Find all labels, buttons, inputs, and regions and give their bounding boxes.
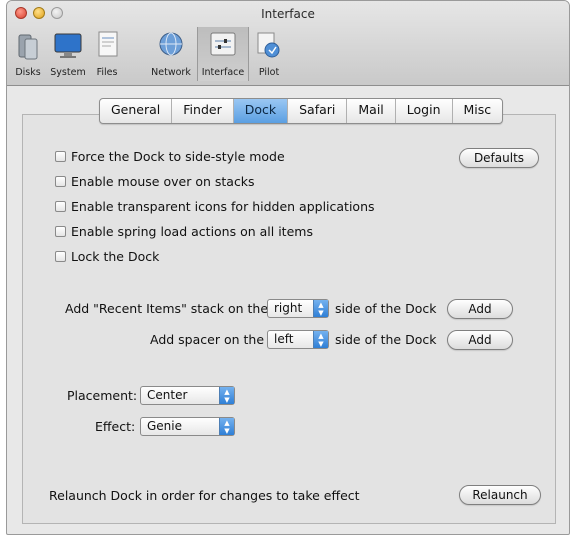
disks-icon — [18, 34, 38, 60]
spacer-prefix: Add spacer on the — [150, 332, 265, 347]
preferences-window: Interface Disks System Files Network Int… — [6, 0, 570, 535]
tab-misc[interactable]: Misc — [453, 99, 503, 123]
placement-value: Center — [147, 388, 188, 402]
toolbar-label-files: Files — [96, 67, 118, 78]
option-force-side-style: Force the Dock to side-style mode — [55, 147, 285, 165]
spring-load-label: Enable spring load actions on all items — [71, 223, 313, 239]
title-bar: Interface Disks System Files Network Int… — [7, 1, 569, 86]
add-recent-items-button[interactable]: Add — [447, 299, 513, 319]
option-lock-dock: Lock the Dock — [55, 247, 159, 265]
transparent-icons-label: Enable transparent icons for hidden appl… — [71, 198, 375, 214]
option-spring-load: Enable spring load actions on all items — [55, 222, 313, 240]
window-title: Interface — [261, 7, 315, 21]
system-icon — [54, 33, 82, 58]
toolbar-label-interface: Interface — [201, 67, 245, 78]
mouse-over-stacks-label: Enable mouse over on stacks — [71, 173, 255, 189]
spacer-side-value: left — [274, 332, 294, 346]
placement-select[interactable]: Center ▲ ▼ — [140, 386, 235, 405]
files-icon — [98, 31, 118, 57]
toolbar-item-network[interactable]: Network — [147, 27, 195, 81]
add-spacer-button[interactable]: Add — [447, 330, 513, 350]
toolbar-item-pilot[interactable]: Pilot — [251, 27, 287, 81]
interface-icon — [210, 32, 236, 56]
relaunch-button[interactable]: Relaunch — [459, 485, 541, 505]
recent-items-side-value: right — [274, 301, 303, 315]
toolbar-label-pilot: Pilot — [258, 67, 280, 78]
defaults-button[interactable]: Defaults — [459, 148, 539, 168]
option-mouse-over-stacks: Enable mouse over on stacks — [55, 172, 255, 190]
tab-mail[interactable]: Mail — [347, 99, 396, 123]
toolbar-item-interface[interactable]: Interface — [197, 27, 249, 81]
toolbar-label-network: Network — [151, 67, 191, 78]
lock-dock-checkbox[interactable] — [55, 250, 66, 262]
lock-dock-label: Lock the Dock — [71, 248, 160, 264]
network-icon — [159, 32, 183, 56]
recent-items-prefix: Add "Recent Items" stack on the — [65, 301, 269, 316]
tab-login[interactable]: Login — [396, 99, 453, 123]
placement-label: Placement: — [67, 388, 138, 403]
relaunch-message: Relaunch Dock in order for changes to ta… — [49, 488, 360, 503]
recent-items-suffix: side of the Dock — [335, 301, 437, 316]
transparent-icons-checkbox[interactable] — [55, 200, 66, 212]
updown-arrows-icon: ▲ ▼ — [313, 300, 328, 317]
effect-value: Genie — [147, 419, 183, 433]
tab-general[interactable]: General — [100, 99, 173, 123]
updown-arrows-icon: ▲ ▼ — [219, 387, 234, 404]
toolbar-item-files[interactable]: Files — [91, 27, 123, 81]
toolbar-label-system: System — [50, 67, 86, 78]
option-transparent-icons: Enable transparent icons for hidden appl… — [55, 197, 375, 215]
effect-label: Effect: — [95, 419, 136, 434]
updown-arrows-icon: ▲ ▼ — [313, 331, 328, 348]
toolbar-label-disks: Disks — [15, 67, 41, 78]
tab-bar: General Finder Dock Safari Mail Login Mi… — [99, 98, 504, 124]
tab-finder[interactable]: Finder — [172, 99, 234, 123]
updown-arrows-icon: ▲ ▼ — [219, 418, 234, 435]
mouse-over-stacks-checkbox[interactable] — [55, 175, 66, 187]
spacer-suffix: side of the Dock — [335, 332, 437, 347]
tab-dock[interactable]: Dock — [233, 99, 289, 123]
force-side-style-label: Force the Dock to side-style mode — [71, 148, 285, 164]
pilot-icon — [257, 32, 280, 58]
toolbar-item-system[interactable]: System — [47, 27, 89, 81]
force-side-style-checkbox[interactable] — [55, 150, 66, 162]
toolbar-item-disks[interactable]: Disks — [11, 27, 45, 81]
tab-safari[interactable]: Safari — [288, 99, 348, 123]
recent-items-side-select[interactable]: right ▲ ▼ — [267, 299, 329, 318]
effect-select[interactable]: Genie ▲ ▼ — [140, 417, 235, 436]
spacer-side-select[interactable]: left ▲ ▼ — [267, 330, 329, 349]
spring-load-checkbox[interactable] — [55, 225, 66, 237]
